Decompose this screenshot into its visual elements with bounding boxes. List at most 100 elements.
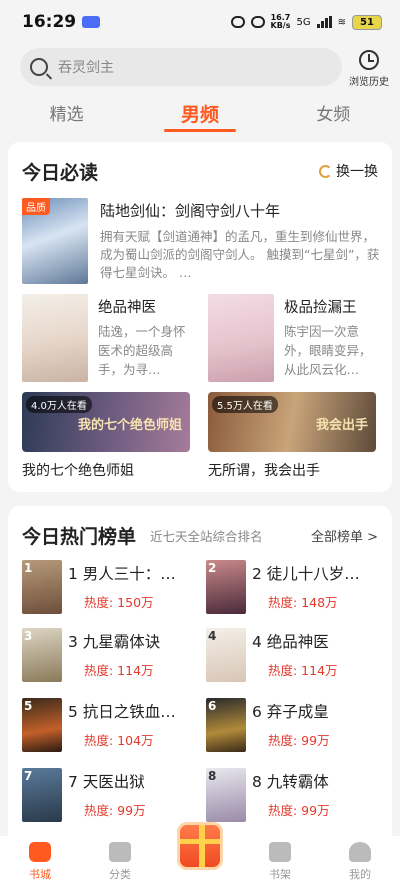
book-cover <box>208 294 274 382</box>
book-description: 陈宇因一次意外，眼睛变异，从此风云化… <box>284 324 372 377</box>
signal-icon <box>316 16 332 28</box>
banner-art-text: 我会出手 <box>315 418 368 433</box>
rank-title: 2 徒儿十八岁… <box>252 565 360 583</box>
banner-label[interactable]: 我的七个绝色师姐 <box>22 460 134 480</box>
ranking-item[interactable]: 6 6 弃子成皇 热度: 99万 <box>206 698 388 752</box>
quality-tag: 品质 <box>22 198 50 215</box>
wifi-icon: ≋ <box>337 16 346 28</box>
rank-heat: 热度: 114万 <box>268 663 338 678</box>
rank-heat: 热度: 150万 <box>84 595 154 610</box>
search-bar[interactable]: 吞灵剑主 <box>20 48 342 86</box>
bottom-nav: 书城 分类 书架 我的 <box>0 822 400 889</box>
book-cover: 4 <box>206 628 246 682</box>
battery-icon: 51 <box>352 14 382 30</box>
all-rankings-link[interactable]: 全部榜单 > <box>311 526 378 545</box>
rank-heat: 热度: 99万 <box>268 733 330 748</box>
section-title: 今日必读 <box>22 162 99 184</box>
tab-female[interactable]: 女频 <box>267 96 400 136</box>
featured-book[interactable]: 品质 陆地剑仙：剑阁守剑八十年 拥有天赋【剑道通神】的孟凡，重生到修仙世界，成为… <box>22 198 384 284</box>
book-description: 陆逸，一个身怀医术的超级高手，为寻… <box>98 324 186 377</box>
ranking-item[interactable]: 4 4 绝品神医 热度: 114万 <box>206 628 388 682</box>
book-title: 极品捡漏王 <box>284 300 357 316</box>
nav-label: 分类 <box>109 868 131 881</box>
nav-bookstore[interactable]: 书城 <box>0 836 80 889</box>
rank-title: 4 绝品神医 <box>252 633 329 651</box>
rank-title: 1 男人三十：… <box>68 565 176 583</box>
tab-featured[interactable]: 精选 <box>0 96 133 136</box>
ranking-item[interactable]: 2 2 徒儿十八岁… 热度: 148万 <box>206 560 388 614</box>
rank-heat: 热度: 99万 <box>84 803 146 818</box>
banner-label[interactable]: 无所谓，我会出手 <box>208 460 320 480</box>
history-label: 浏览历史 <box>349 77 389 88</box>
profile-icon <box>349 842 371 862</box>
ranking-subtitle: 近七天全站综合排名 <box>150 529 263 544</box>
search-placeholder: 吞灵剑主 <box>58 60 114 76</box>
book-cover: 7 <box>22 768 62 822</box>
nav-profile[interactable]: 我的 <box>320 836 400 889</box>
app-notification-icon <box>82 16 101 28</box>
ranking-item[interactable]: 8 8 九转霸体 热度: 99万 <box>206 768 388 822</box>
network-speed: 16.7 KB/s <box>270 13 291 30</box>
status-bar: 16:29 16.7 KB/s 5G ≋ 51 <box>0 0 400 44</box>
channel-tabs: 精选 男频 女频 <box>0 96 400 136</box>
nav-label: 书城 <box>29 868 51 881</box>
banner-book[interactable]: 4.0万人在看 我的七个绝色师姐 <box>22 392 190 452</box>
book-description: 拥有天赋【剑道通神】的孟凡，重生到修仙世界，成为蜀山剑派的剑阁守剑人。 触摸到“… <box>100 229 380 280</box>
viewer-count: 5.5万人在看 <box>212 396 278 413</box>
book-cover: 8 <box>206 768 246 822</box>
category-icon <box>109 842 131 862</box>
alarm-icon <box>230 16 245 28</box>
bookstore-icon <box>29 842 51 862</box>
book-cover: 2 <box>206 560 246 614</box>
book-cover: 品质 <box>22 198 88 284</box>
nav-label: 我的 <box>349 868 371 881</box>
rank-badge: 7 <box>24 769 33 783</box>
ranking-item[interactable]: 5 5 抗日之铁血… 热度: 104万 <box>22 698 204 752</box>
nav-bookshelf[interactable]: 书架 <box>240 836 320 889</box>
nav-label: 书架 <box>269 868 291 881</box>
banner-book[interactable]: 5.5万人在看 我会出手 <box>208 392 376 452</box>
book-title: 绝品神医 <box>98 300 156 316</box>
nav-gift[interactable] <box>160 822 240 889</box>
refresh-icon <box>319 164 332 178</box>
rank-title: 6 弃子成皇 <box>252 703 329 721</box>
must-read-card: 今日必读 换一换 品质 陆地剑仙：剑阁守剑八十年 拥有天赋【剑道通神】的孟凡，重… <box>8 142 392 492</box>
bookshelf-icon <box>269 842 291 862</box>
rank-title: 5 抗日之铁血… <box>68 703 176 721</box>
rank-badge: 5 <box>24 699 33 713</box>
history-button[interactable]: 浏览历史 <box>346 50 392 88</box>
book-item[interactable]: 绝品神医 陆逸，一个身怀医术的超级高手，为寻… <box>22 294 194 382</box>
rank-title: 7 天医出狱 <box>68 773 145 791</box>
book-cover: 3 <box>22 628 62 682</box>
tab-male[interactable]: 男频 <box>133 96 266 136</box>
viewer-count: 4.0万人在看 <box>26 396 92 413</box>
status-time: 16:29 <box>22 12 77 32</box>
book-item[interactable]: 极品捡漏王 陈宇因一次意外，眼睛变异，从此风云化… <box>208 294 380 382</box>
book-cover <box>22 294 88 382</box>
rank-heat: 热度: 114万 <box>84 663 154 678</box>
rank-badge: 2 <box>208 561 217 575</box>
ranking-item[interactable]: 1 1 男人三十：… 热度: 150万 <box>22 560 204 614</box>
rank-title: 3 九星霸体诀 <box>68 633 161 651</box>
ranking-title: 今日热门榜单 <box>22 526 137 548</box>
ranking-item[interactable]: 7 7 天医出狱 热度: 99万 <box>22 768 204 822</box>
signal-type: 5G <box>296 16 311 28</box>
refresh-label: 换一换 <box>336 164 378 180</box>
clock-icon <box>359 50 379 70</box>
refresh-button[interactable]: 换一换 <box>319 161 378 181</box>
gift-icon <box>177 822 223 870</box>
book-cover: 1 <box>22 560 62 614</box>
book-cover: 5 <box>22 698 62 752</box>
mute-icon <box>250 16 265 28</box>
ranking-item[interactable]: 3 3 九星霸体诀 热度: 114万 <box>22 628 204 682</box>
ranking-card: 今日热门榜单 近七天全站综合排名 全部榜单 > 1 1 男人三十：… 热度: 1… <box>8 506 392 836</box>
rank-heat: 热度: 99万 <box>268 803 330 818</box>
rank-heat: 热度: 104万 <box>84 733 154 748</box>
rank-badge: 4 <box>208 629 217 643</box>
search-row: 吞灵剑主 浏览历史 <box>0 44 400 92</box>
rank-badge: 1 <box>24 561 33 575</box>
nav-category[interactable]: 分类 <box>80 836 160 889</box>
rank-badge: 3 <box>24 629 33 643</box>
banner-art-text: 我的七个绝色师姐 <box>77 418 182 433</box>
rank-heat: 热度: 148万 <box>268 595 338 610</box>
